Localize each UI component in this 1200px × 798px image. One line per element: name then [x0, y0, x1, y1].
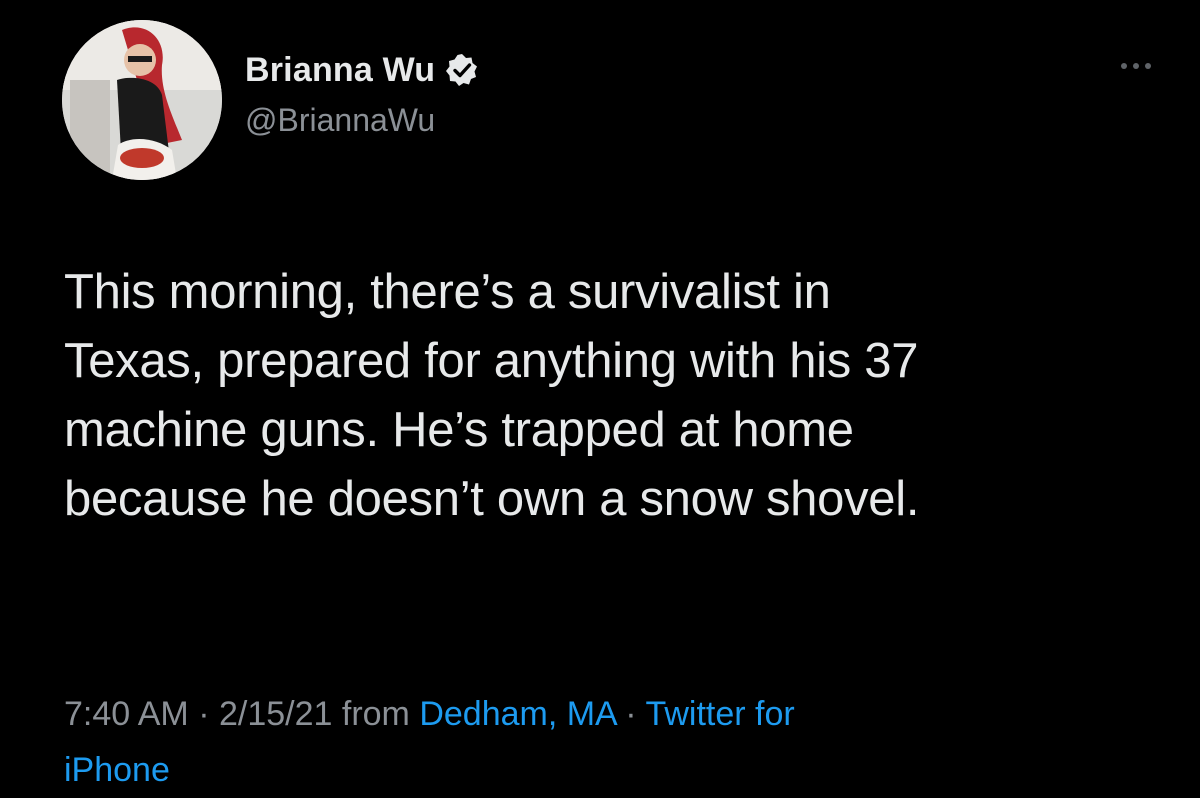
tweet-date[interactable]: 2/15/21: [219, 695, 332, 733]
avatar[interactable]: [62, 20, 222, 180]
tweet-text-line: because he doesn’t own a snow shovel.: [64, 472, 920, 526]
tweet-text: This morning, there’s a survivalist in T…: [64, 258, 1164, 534]
name-row: Brianna Wu: [245, 50, 479, 90]
author-block: Brianna Wu @BriannaWu: [245, 50, 479, 139]
meta-separator: ·: [188, 695, 219, 733]
tweet-text-line: machine guns. He’s trapped at home: [64, 403, 854, 457]
profile-photo: [62, 20, 222, 180]
tweet-text-line: This morning, there’s a survivalist in: [64, 265, 831, 319]
user-handle[interactable]: @BriannaWu: [245, 102, 479, 139]
source-link[interactable]: Twitter for: [645, 695, 794, 733]
tweet-text-line: Texas, prepared for anything with his 37: [64, 334, 919, 388]
tweet-meta: 7:40 AM · 2/15/21 from Dedham, MA · Twit…: [64, 686, 1164, 798]
tweet-card: Brianna Wu @BriannaWu This morning, ther…: [0, 0, 1200, 798]
verified-badge-icon: [445, 53, 479, 87]
more-options-icon[interactable]: [1116, 56, 1156, 76]
source-link-continued[interactable]: iPhone: [64, 742, 1164, 798]
from-label: from: [332, 695, 420, 733]
display-name[interactable]: Brianna Wu: [245, 51, 435, 90]
meta-separator: ·: [615, 695, 646, 733]
location-link[interactable]: Dedham, MA: [419, 695, 616, 733]
meta-line-1: 7:40 AM · 2/15/21 from Dedham, MA · Twit…: [64, 686, 1164, 742]
tweet-time[interactable]: 7:40 AM: [64, 695, 189, 733]
